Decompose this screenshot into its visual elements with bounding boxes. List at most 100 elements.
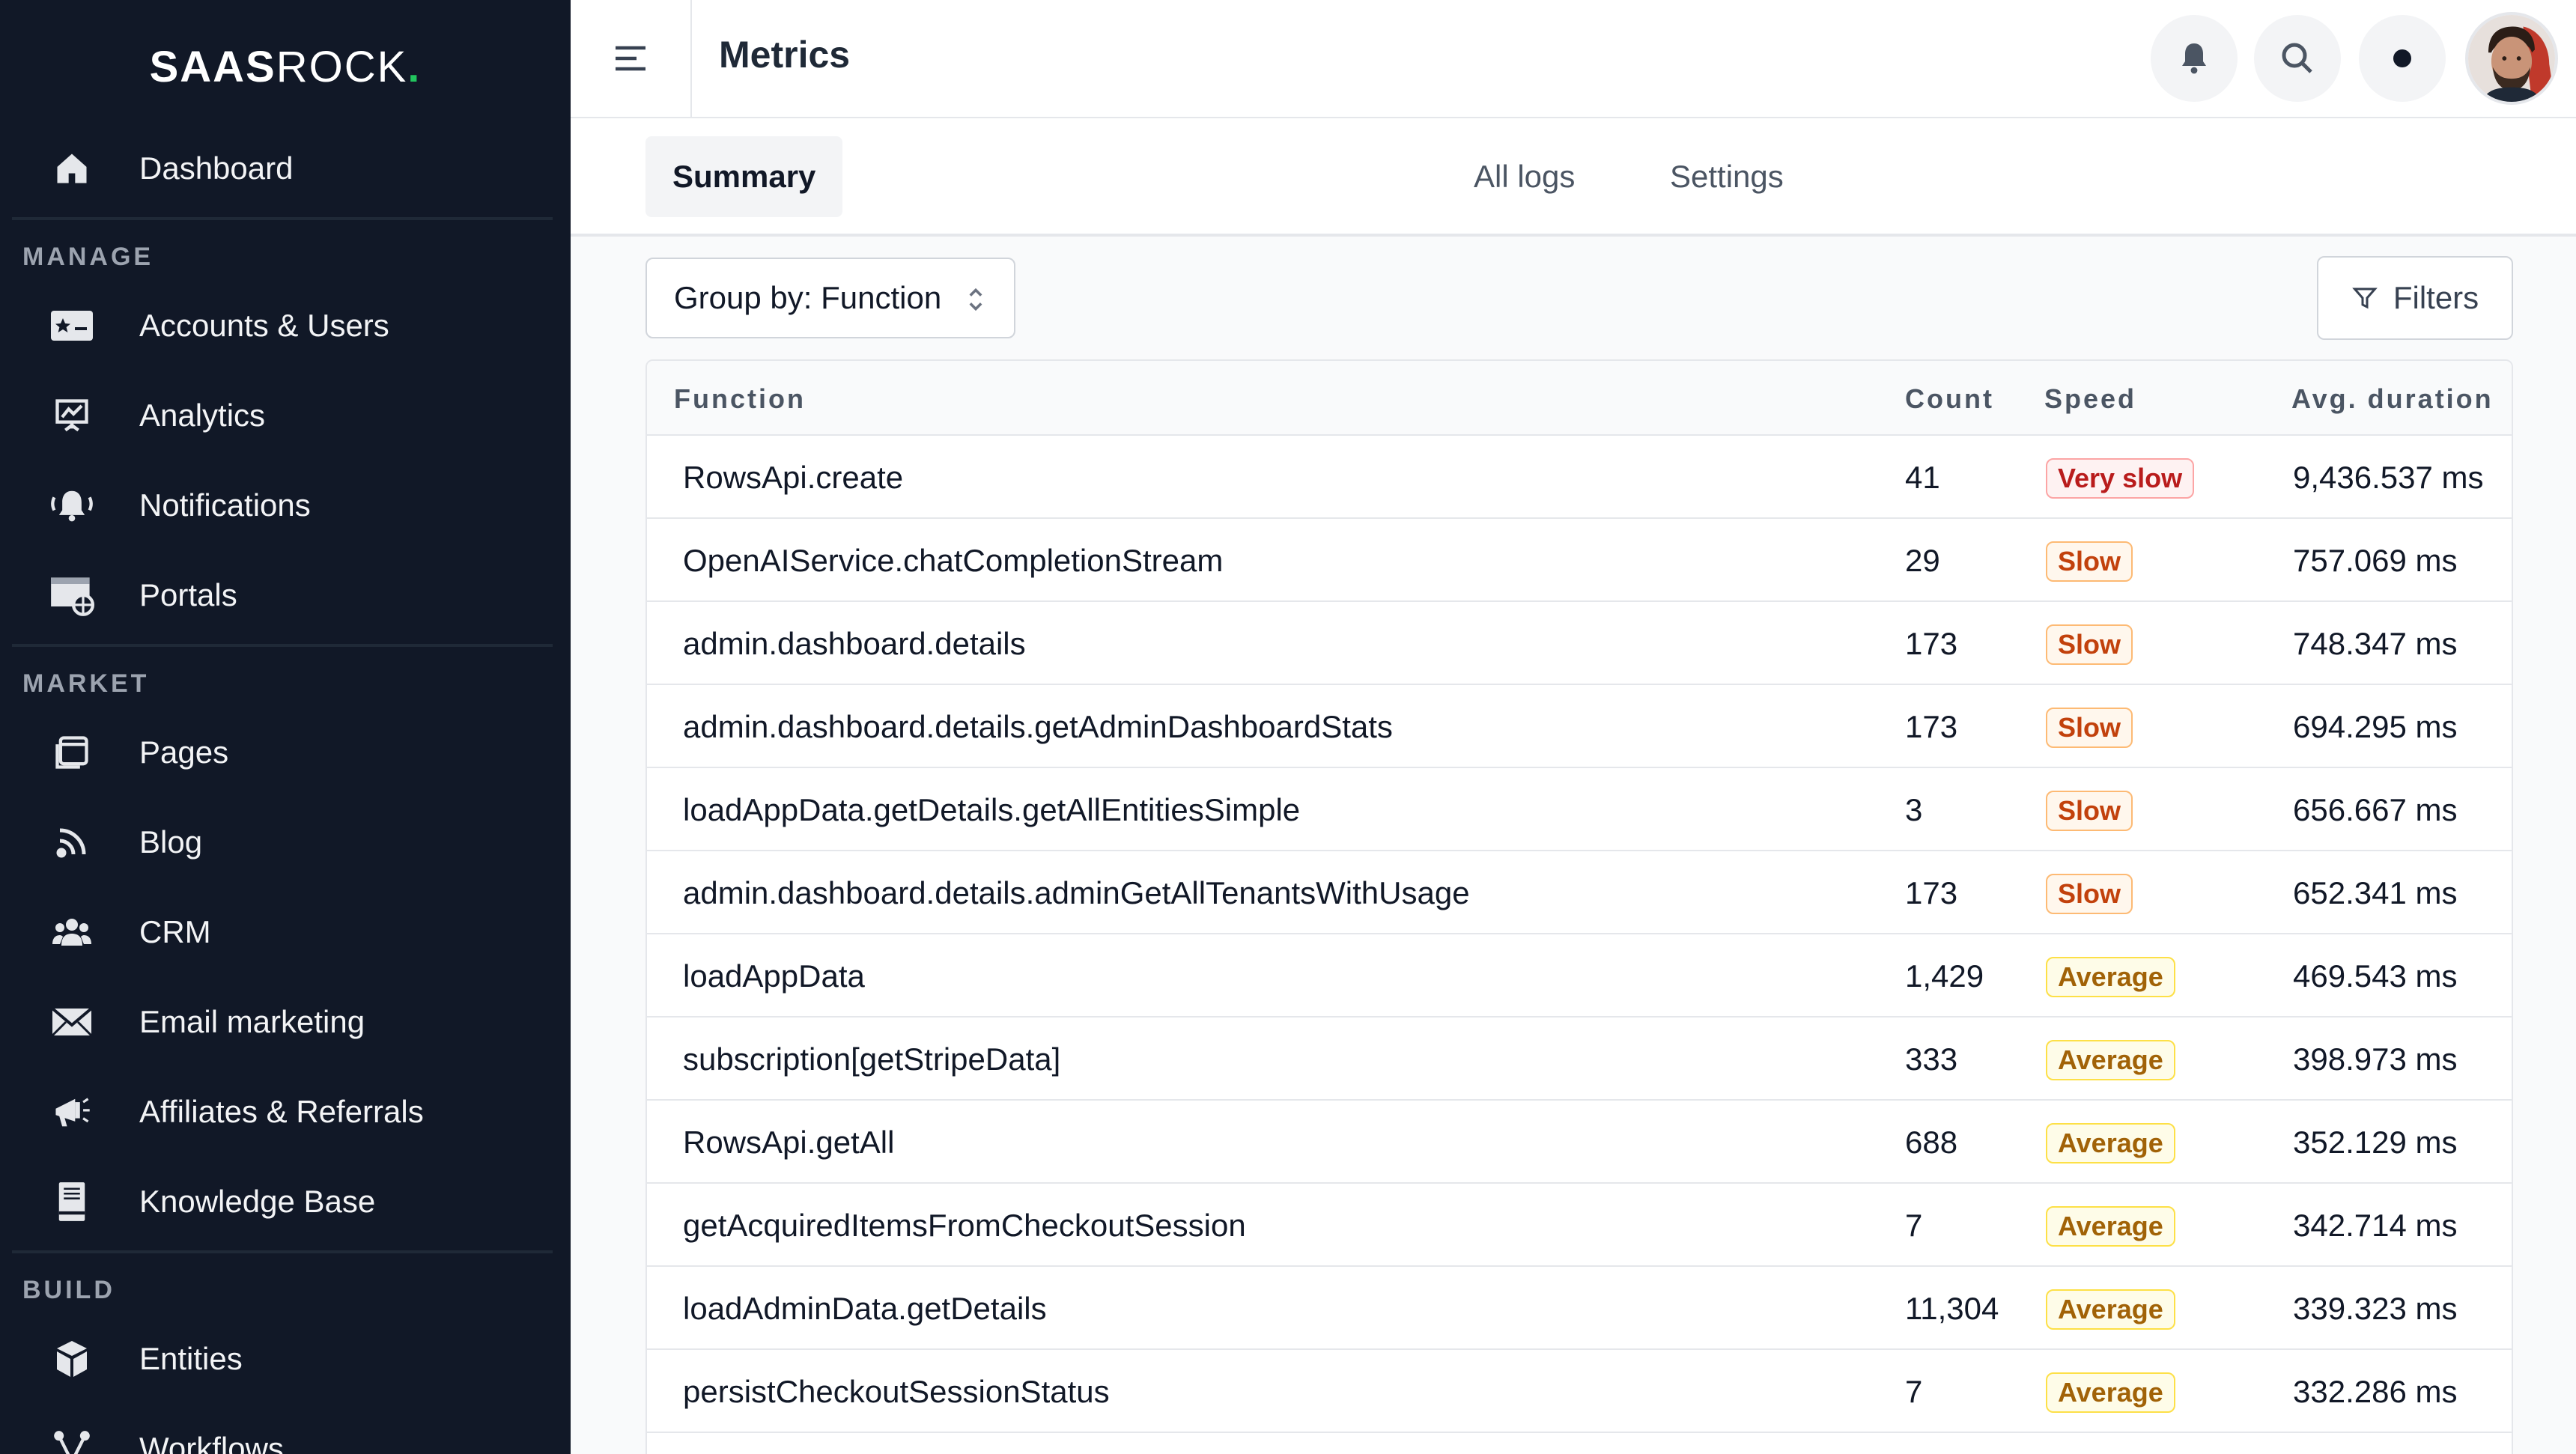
sidebar-item-blog[interactable]: Blog xyxy=(0,801,571,883)
column-header-avg-duration[interactable]: Avg. duration xyxy=(2291,383,2494,415)
tab-settings[interactable]: Settings xyxy=(1643,136,1811,217)
dot-icon xyxy=(2393,49,2411,67)
sidebar-item-label: Affiliates & Referrals xyxy=(139,1094,424,1129)
sidebar-item-label: Email marketing xyxy=(139,1004,365,1039)
search-icon xyxy=(2282,43,2312,73)
sidebar-item-entities[interactable]: Entities xyxy=(0,1318,571,1400)
function-cell: OpenAIService.chatCompletionStream xyxy=(683,543,1224,578)
sidebar-item-knowledge-base[interactable]: Knowledge Base xyxy=(0,1161,571,1243)
top-header: Metrics xyxy=(571,0,2576,118)
column-header-function[interactable]: Function xyxy=(674,383,806,415)
table-row[interactable]: loadAppData 1,429 Average 469.543 ms xyxy=(647,934,2512,1018)
count-cell: 7 xyxy=(1905,1208,1923,1243)
table-row[interactable]: persistCheckoutSessionStatus 7 Average 332.… xyxy=(647,1350,2512,1433)
speed-badge: Slow xyxy=(2046,624,2133,665)
menu-toggle-button[interactable] xyxy=(571,0,692,117)
avg-duration-cell: 342.714 ms xyxy=(2293,1208,2458,1243)
megaphone-icon xyxy=(49,1089,94,1134)
avg-duration-cell: 9,436.537 ms xyxy=(2293,460,2484,495)
bell-icon xyxy=(2182,43,2206,74)
avg-duration-cell: 748.347 ms xyxy=(2293,626,2458,661)
column-header-count[interactable]: Count xyxy=(1905,383,1994,415)
sidebar-item-label: Knowledge Base xyxy=(139,1184,376,1219)
envelope-icon xyxy=(49,1000,94,1044)
sidebar-divider xyxy=(12,1250,553,1253)
tab-all-logs[interactable]: All logs xyxy=(1447,136,1602,217)
user-avatar[interactable] xyxy=(2465,12,2558,105)
sidebar-item-label: Dashboard xyxy=(139,150,294,186)
speed-badge: Average xyxy=(2046,1040,2175,1080)
speed-badge: Slow xyxy=(2046,541,2133,582)
sidebar-item-label: Notifications xyxy=(139,487,311,523)
table-row[interactable]: admin.dashboard.details.adminGetAllTenan… xyxy=(647,851,2512,934)
book-icon xyxy=(49,1179,94,1224)
table-row[interactable]: RowsApi.create 41 Very slow 9,436.537 ms xyxy=(647,436,2512,519)
avg-duration-cell: 652.341 ms xyxy=(2293,875,2458,910)
metrics-table: Function Count Speed Avg. duration RowsA… xyxy=(645,359,2513,1454)
sidebar-item-label: Entities xyxy=(139,1341,243,1376)
speed-badge: Average xyxy=(2046,1123,2175,1163)
people-icon xyxy=(49,910,94,955)
avg-duration-cell: 339.323 ms xyxy=(2293,1291,2458,1326)
speed-badge: Average xyxy=(2046,957,2175,997)
avg-duration-cell: 694.295 ms xyxy=(2293,709,2458,744)
count-cell: 1,429 xyxy=(1905,958,1984,994)
filters-label: Filters xyxy=(2393,280,2479,315)
sidebar: SAASROCK. Dashboard MANAGE Accounts & Us… xyxy=(0,0,571,1454)
avg-duration-cell: 398.973 ms xyxy=(2293,1041,2458,1077)
function-cell: admin.dashboard.details.getAdminDashboar… xyxy=(683,709,1393,744)
app-logo[interactable]: SAASROCK. xyxy=(0,42,571,92)
sidebar-item-crm[interactable]: CRM xyxy=(0,891,571,973)
column-header-speed[interactable]: Speed xyxy=(2044,383,2136,415)
home-icon xyxy=(49,146,94,191)
sidebar-item-notifications[interactable]: Notifications xyxy=(0,464,571,547)
tab-summary[interactable]: Summary xyxy=(645,136,843,217)
section-title-manage: MANAGE xyxy=(22,243,154,271)
speed-badge: Average xyxy=(2046,1289,2175,1330)
count-cell: 11,304 xyxy=(1905,1291,1999,1326)
sidebar-item-dashboard[interactable]: Dashboard xyxy=(0,127,571,210)
pages-icon xyxy=(49,730,94,775)
menu-lines-icon xyxy=(616,46,645,71)
sidebar-item-accounts-users[interactable]: Accounts & Users xyxy=(0,285,571,367)
sidebar-item-label: Workflows xyxy=(139,1431,284,1454)
id-card-icon xyxy=(49,303,94,348)
count-cell: 173 xyxy=(1905,709,1958,744)
notifications-button[interactable] xyxy=(2151,15,2238,102)
table-row[interactable]: admin.dashboard.details.getAdminDashboar… xyxy=(647,685,2512,768)
sidebar-item-label: Accounts & Users xyxy=(139,308,389,343)
group-by-select[interactable]: Group by: Function xyxy=(645,258,1015,338)
search-button[interactable] xyxy=(2254,15,2341,102)
sidebar-item-label: Pages xyxy=(139,734,229,770)
function-cell: RowsApi.getAll xyxy=(683,1125,895,1160)
avatar-image xyxy=(2468,15,2555,102)
group-by-value: Group by: Function xyxy=(674,280,942,315)
tab-bar: Summary All logs Settings xyxy=(571,118,2576,237)
table-row[interactable]: getAcquiredItemsFromCheckoutSession 7 Aver… xyxy=(647,1184,2512,1267)
function-cell: loadAppData.getDetails.getAllEntitiesSim… xyxy=(683,792,1301,827)
theme-toggle-button[interactable] xyxy=(2359,15,2446,102)
sidebar-item-label: Portals xyxy=(139,577,237,612)
sidebar-item-email-marketing[interactable]: Email marketing xyxy=(0,981,571,1063)
table-row[interactable]: OpenAIService.chatCompletionStream 29 Slow… xyxy=(647,519,2512,602)
count-cell: 7 xyxy=(1905,1374,1923,1409)
sidebar-item-analytics[interactable]: Analytics xyxy=(0,374,571,457)
table-row[interactable]: loadAdminData.getDetails 11,304 Average 339… xyxy=(647,1267,2512,1350)
presentation-chart-icon xyxy=(49,393,94,438)
sidebar-item-pages[interactable]: Pages xyxy=(0,711,571,794)
sidebar-item-workflows[interactable]: Workflows xyxy=(0,1408,571,1454)
count-cell: 3 xyxy=(1905,792,1923,827)
speed-badge: Average xyxy=(2046,1206,2175,1247)
filters-button[interactable]: Filters xyxy=(2317,256,2513,340)
sidebar-item-label: Analytics xyxy=(139,398,266,433)
function-cell: admin.dashboard.details xyxy=(683,626,1026,661)
table-row[interactable]: loadAppData.getDetails.getAllEntitiesSim… xyxy=(647,768,2512,851)
table-row[interactable]: admin.dashboard.details 173 Slow 748.347 ms xyxy=(647,602,2512,685)
workflow-icon xyxy=(49,1426,94,1454)
sidebar-item-portals[interactable]: Portals xyxy=(0,554,571,636)
avg-duration-cell: 469.543 ms xyxy=(2293,958,2458,994)
table-row[interactable]: subscription[getStripeData] 333 Average 398… xyxy=(647,1018,2512,1101)
table-row[interactable]: RowsApi.getAll 688 Average 352.129 ms xyxy=(647,1101,2512,1184)
chevron-up-down-icon xyxy=(969,288,982,311)
sidebar-item-affiliates[interactable]: Affiliates & Referrals xyxy=(0,1071,571,1153)
